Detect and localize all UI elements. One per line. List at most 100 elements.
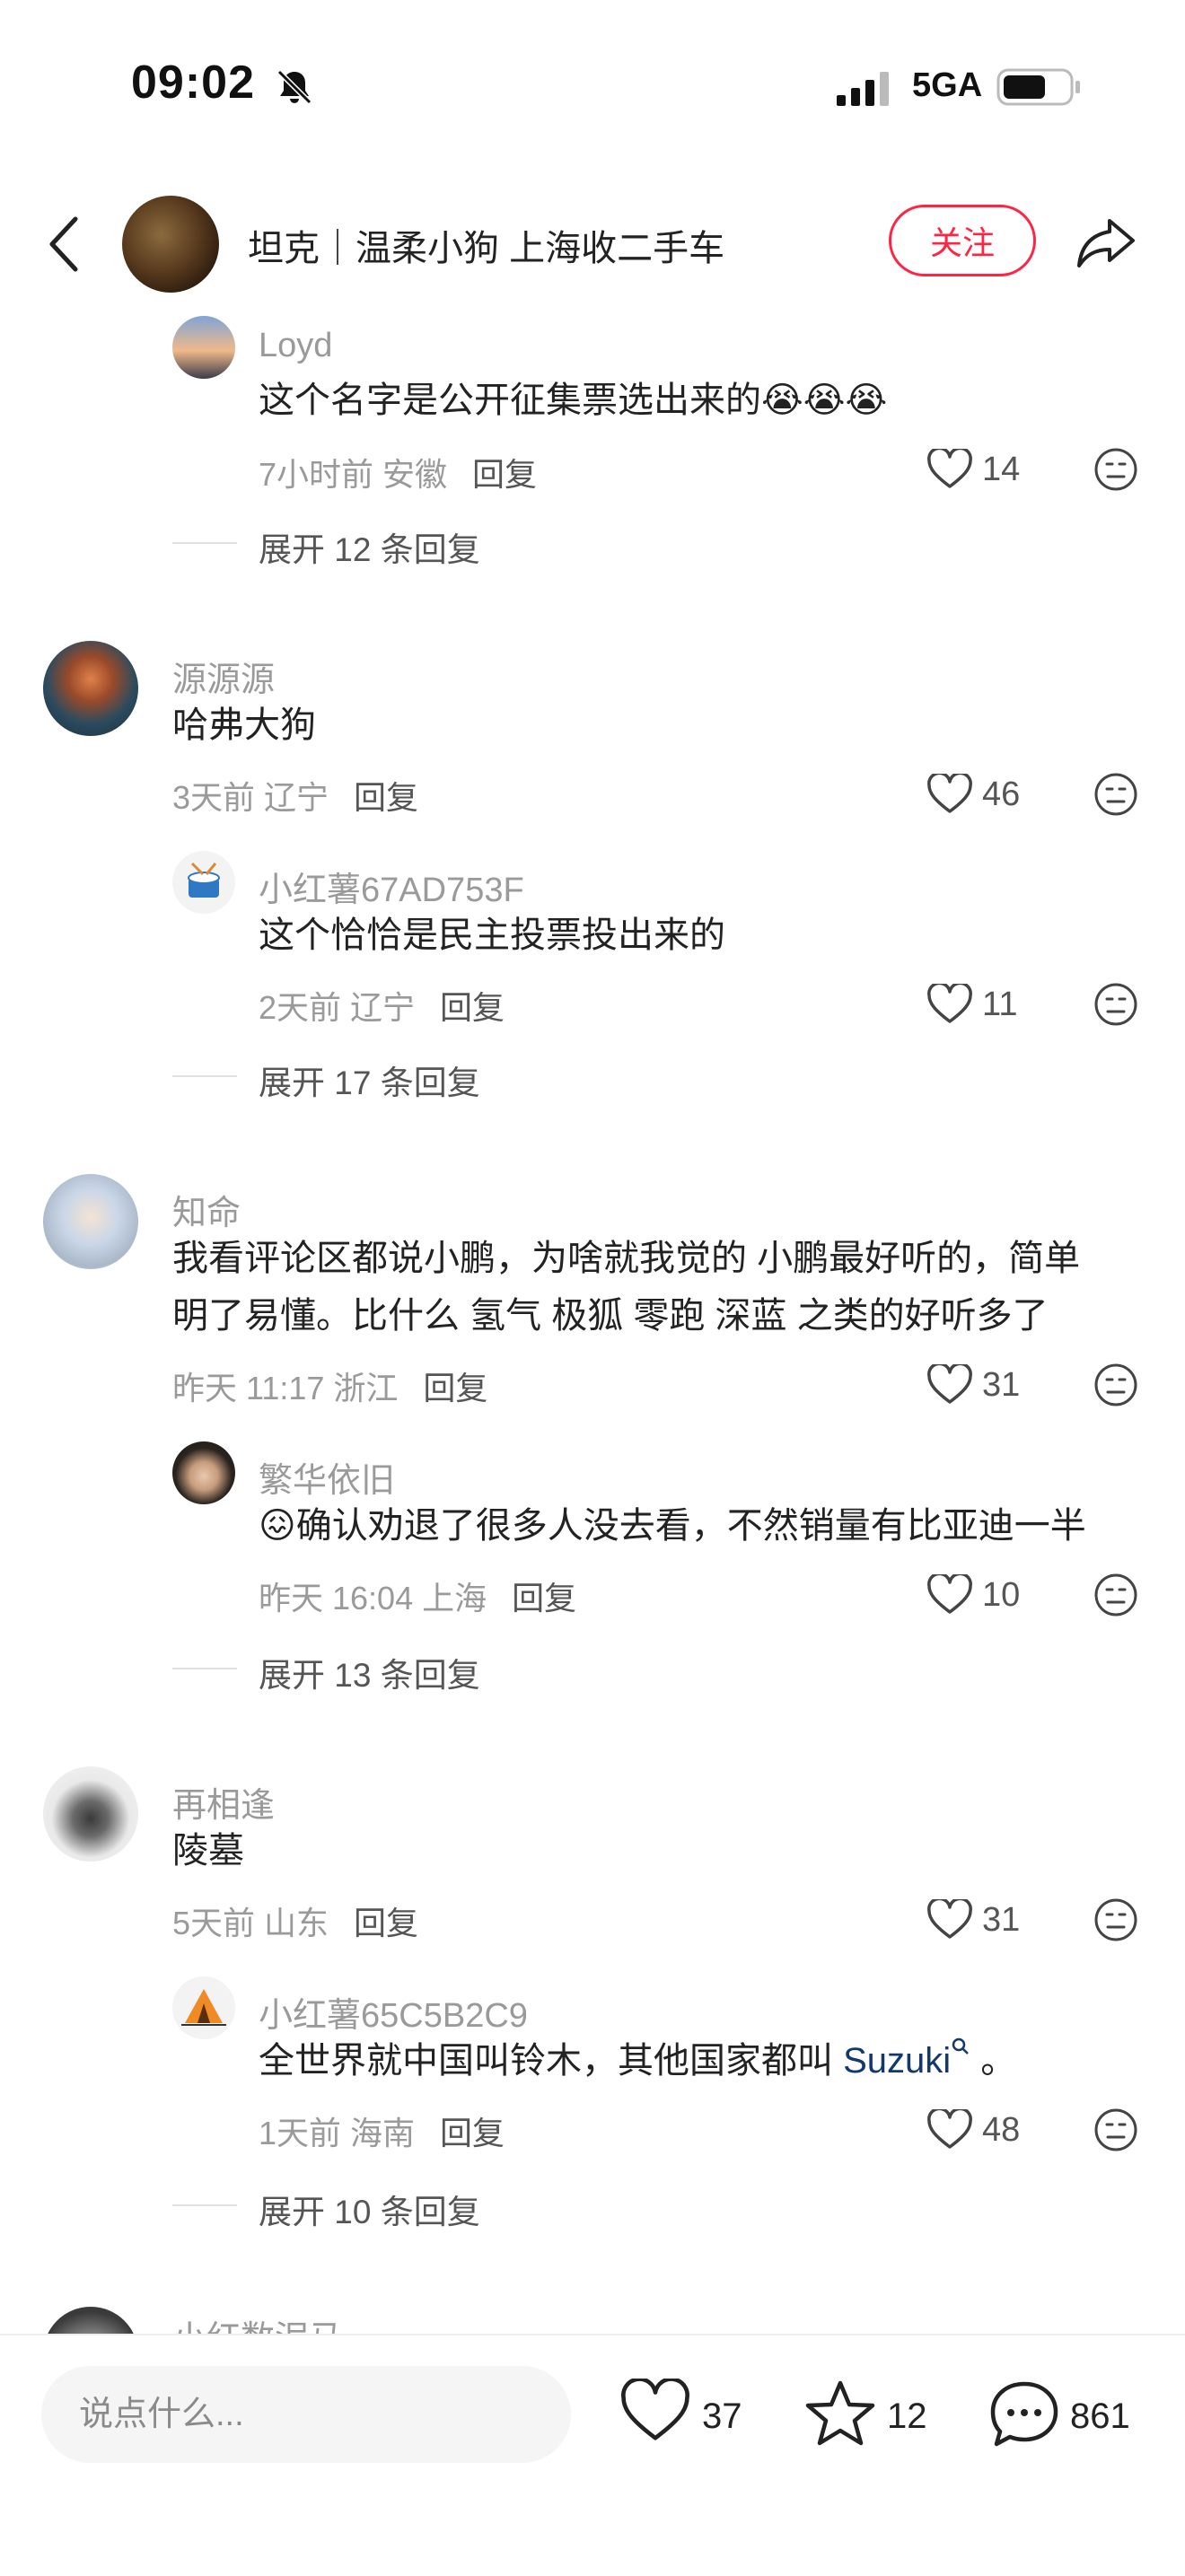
avatar[interactable] bbox=[43, 641, 138, 736]
comment-text-part: 。 bbox=[970, 2041, 1017, 2081]
meh-face-icon[interactable] bbox=[1093, 2107, 1138, 2152]
post-favorite-count: 12 bbox=[887, 2396, 927, 2436]
post-like-count: 37 bbox=[702, 2396, 742, 2436]
divider bbox=[172, 1075, 237, 1077]
chat-bubble-icon bbox=[990, 2381, 1058, 2447]
post-comment-count: 861 bbox=[1070, 2396, 1130, 2436]
battery-icon bbox=[996, 68, 1080, 106]
post-header: 坦克｜温柔小狗 上海收二手车 关注 bbox=[0, 180, 1185, 305]
like-button[interactable]: 10 bbox=[926, 1573, 1025, 1617]
star-icon bbox=[805, 2380, 875, 2446]
heart-icon bbox=[927, 449, 972, 488]
avatar[interactable] bbox=[43, 2307, 138, 2334]
avatar[interactable] bbox=[43, 1766, 138, 1862]
comment-author[interactable]: 知命 bbox=[172, 1185, 241, 1234]
heart-icon bbox=[927, 984, 972, 1023]
author-avatar[interactable] bbox=[122, 196, 219, 293]
reply-button[interactable]: 回复 bbox=[354, 779, 418, 816]
like-count: 14 bbox=[982, 451, 1021, 488]
follow-button[interactable]: 关注 bbox=[889, 205, 1036, 276]
heart-icon bbox=[927, 2109, 972, 2149]
comment-author[interactable]: 小红数泥马 bbox=[172, 2310, 343, 2334]
comment-text[interactable]: 陵墓 bbox=[172, 1822, 244, 1879]
comment-meta: 昨天 16:04 上海 回复 bbox=[259, 1573, 576, 1619]
comment-meta: 5天前 山东 回复 bbox=[172, 1897, 418, 1944]
meh-face-icon[interactable] bbox=[1093, 772, 1138, 817]
search-link[interactable]: Suzuki bbox=[843, 2041, 951, 2081]
comment-meta: 7小时前 安徽 回复 bbox=[259, 449, 537, 495]
heart-icon bbox=[621, 2379, 689, 2440]
reply-button[interactable]: 回复 bbox=[354, 1905, 418, 1941]
like-button[interactable]: 11 bbox=[926, 982, 1025, 1027]
comment-meta: 昨天 11:17 浙江 回复 bbox=[172, 1362, 487, 1409]
like-button[interactable]: 31 bbox=[926, 1897, 1025, 1942]
like-count: 31 bbox=[982, 1901, 1021, 1939]
reply-button[interactable]: 回复 bbox=[440, 2115, 505, 2151]
heart-icon bbox=[927, 1574, 972, 1614]
comment-text-line-2[interactable]: 明了易懂。比什么 氢气 极狐 零跑 深蓝 之类的好听多了 bbox=[172, 1287, 1049, 1345]
comment-time-location: 1天前 海南 bbox=[259, 2115, 416, 2151]
tent-icon bbox=[181, 1989, 226, 2026]
like-button[interactable]: 31 bbox=[926, 1362, 1025, 1407]
like-count: 48 bbox=[982, 2111, 1021, 2149]
meh-face-icon[interactable] bbox=[1093, 982, 1138, 1027]
signal-icon bbox=[837, 72, 889, 106]
like-count: 31 bbox=[982, 1366, 1021, 1404]
comment-author[interactable]: 源源源 bbox=[172, 652, 275, 701]
post-comment-button[interactable]: 861 bbox=[988, 2379, 1149, 2450]
bell-slash-icon bbox=[276, 69, 312, 105]
avatar[interactable] bbox=[172, 851, 235, 914]
comment-author[interactable]: 再相逢 bbox=[172, 1777, 275, 1827]
avatar[interactable] bbox=[172, 1441, 235, 1504]
share-icon[interactable] bbox=[1074, 210, 1138, 275]
expand-replies-button[interactable]: 展开 17 条回复 bbox=[259, 1056, 480, 1104]
comment-author[interactable]: 繁华依旧 bbox=[259, 1452, 395, 1502]
meh-face-icon[interactable] bbox=[1093, 1897, 1138, 1942]
comment-text-part: 全世界就中国叫铃木，其他国家都叫 bbox=[259, 2041, 844, 2081]
divider bbox=[172, 542, 237, 544]
divider bbox=[172, 2204, 237, 2206]
author-name[interactable]: 坦克｜温柔小狗 上海收二手车 bbox=[248, 219, 724, 271]
meh-face-icon[interactable] bbox=[1093, 447, 1138, 492]
comment-input[interactable]: 说点什么... bbox=[41, 2366, 571, 2463]
drum-icon bbox=[188, 862, 220, 898]
avatar[interactable] bbox=[43, 1174, 138, 1269]
post-like-button[interactable]: 37 bbox=[619, 2379, 754, 2450]
comment-text[interactable]: 这个恰恰是民主投票投出来的 bbox=[259, 907, 725, 964]
meh-face-icon[interactable] bbox=[1093, 1362, 1138, 1407]
comment-list: Loyd 这个名字是公开征集票选出来的😭😭😭 7小时前 安徽 回复 14 展开 1… bbox=[0, 305, 1185, 2334]
comment-author[interactable]: 小红薯65C5B2C9 bbox=[259, 1987, 528, 2037]
comment-text[interactable]: 全世界就中国叫铃木，其他国家都叫 Suzuki 。 bbox=[259, 2032, 1016, 2090]
reply-button[interactable]: 回复 bbox=[423, 1370, 487, 1406]
comment-time-location: 5天前 山东 bbox=[172, 1905, 329, 1941]
back-icon[interactable] bbox=[43, 212, 86, 276]
search-icon[interactable] bbox=[951, 2037, 970, 2056]
like-button[interactable]: 14 bbox=[926, 447, 1025, 492]
comment-author[interactable]: 小红薯67AD753F bbox=[259, 862, 524, 911]
avatar[interactable] bbox=[172, 316, 235, 379]
bottom-action-bar: 说点什么... 37 12 861 bbox=[0, 2334, 1185, 2576]
comment-meta: 3天前 辽宁 回复 bbox=[172, 772, 418, 819]
comment-text[interactable]: 这个名字是公开征集票选出来的😭😭😭 bbox=[259, 372, 887, 429]
reply-button[interactable]: 回复 bbox=[440, 989, 505, 1026]
comment-text[interactable]: 😖确认劝退了很多人没去看，不然销量有比亚迪一半 bbox=[259, 1497, 1086, 1555]
like-count: 46 bbox=[982, 775, 1021, 813]
comment-text[interactable]: 哈弗大狗 bbox=[172, 697, 316, 754]
like-button[interactable]: 48 bbox=[926, 2107, 1025, 2152]
comment-author[interactable]: Loyd bbox=[259, 327, 332, 365]
expand-replies-button[interactable]: 展开 12 条回复 bbox=[259, 522, 480, 571]
meh-face-icon[interactable] bbox=[1093, 1573, 1138, 1617]
avatar[interactable] bbox=[172, 1976, 235, 2039]
comment-time-location: 7小时前 安徽 bbox=[259, 456, 448, 493]
reply-button[interactable]: 回复 bbox=[472, 456, 537, 493]
reply-button[interactable]: 回复 bbox=[512, 1580, 576, 1617]
expand-replies-button[interactable]: 展开 10 条回复 bbox=[259, 2185, 480, 2233]
comment-meta: 1天前 海南 回复 bbox=[259, 2107, 505, 2154]
expand-replies-button[interactable]: 展开 13 条回复 bbox=[259, 1648, 480, 1696]
comment-time-location: 昨天 16:04 上海 bbox=[259, 1580, 487, 1617]
divider bbox=[172, 1668, 237, 1669]
comment-text-line-1[interactable]: 我看评论区都说小鹏，为啥就我觉的 小鹏最好听的，简单 bbox=[172, 1230, 1080, 1287]
network-type: 5GA bbox=[912, 66, 983, 104]
like-button[interactable]: 46 bbox=[926, 772, 1025, 817]
post-favorite-button[interactable]: 12 bbox=[804, 2379, 939, 2450]
